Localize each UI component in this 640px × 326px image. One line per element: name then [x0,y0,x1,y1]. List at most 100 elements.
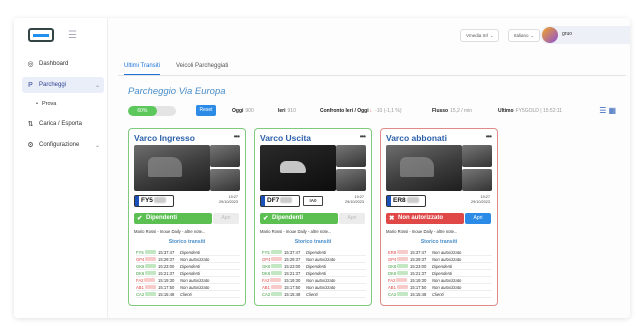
more-icon[interactable]: ••• [234,132,240,141]
history-title: Storico transiti [420,239,458,245]
history-row[interactable]: FA2 15:19:30 Non autorizzato [136,277,240,284]
more-icon[interactable]: ••• [360,132,366,141]
history-plate: FA2 [262,278,284,283]
history-time: 15:29:37 [410,256,427,262]
history-row[interactable]: GK6 15:23:00 Dipendenti [262,263,366,270]
history-plate-text: CA2 [388,291,397,297]
history-plate-text: AB1 [136,284,144,290]
user-name: gruo [562,31,573,37]
history-desc: Dipendenti [432,263,453,269]
camera-main-image[interactable] [134,145,210,191]
stat-oggi-label: Oggi [232,108,244,114]
history-time: 15:21:37 [284,270,301,276]
camera-thumb-image[interactable] [210,145,240,167]
more-icon[interactable]: ••• [486,132,492,141]
history-row[interactable]: GP4 15:29:37 Non autorizzato [388,256,492,263]
history-row[interactable]: FA2 15:19:30 Non autorizzato [388,277,492,284]
sidebar-item-parcheggi[interactable]: P Parcheggi ⌄ [22,77,104,93]
timestamp-date: 29/10/2023 [344,200,364,204]
menu-toggle-icon[interactable]: ☰ [68,30,77,41]
history-desc: Clienti [180,291,192,297]
history-row[interactable]: DK6 15:21:37 Dipendenti [262,270,366,277]
history-time: 15:19:30 [158,277,175,283]
history-row[interactable]: FY5 15:37:47 Dipendenti [262,249,366,256]
user-menu[interactable]: gruo [540,26,630,44]
history-row[interactable]: AB1 15:17:50 Non autorizzato [262,284,366,291]
camera-main-image[interactable] [386,145,462,191]
history-row[interactable]: AB1 15:17:50 Non autorizzato [136,284,240,291]
stat-confronto: Confronto Ieri / Oggi↓ -10 (-1,1 %) [320,108,402,114]
sidebar-item-carica-esporta[interactable]: ⇅ Carica / Esporta [22,116,104,132]
history-row[interactable]: GP4 15:29:37 Non autorizzato [262,256,366,263]
open-gate-button[interactable]: Apri [213,213,239,224]
gate-card-ingresso: Varco Ingresso ••• FY5 19:27 29/10/2023 ✔… [128,128,246,306]
history-plate-text: ER8 [388,249,397,255]
history-time: 15:19:30 [410,277,427,283]
open-gate-button[interactable]: Apri [339,213,365,224]
stat-ultimo: Ultimo FY5GOLD | 15:52:11 [498,108,562,114]
chevron-down-icon: ⌄ [530,33,534,38]
timestamp: 19:27 29/10/2023 [219,195,238,205]
camera-thumb-image[interactable] [462,145,492,167]
history-row[interactable]: GK6 15:23:00 Dipendenti [388,263,492,270]
plate-redacted [145,264,157,268]
language-select[interactable]: Italiano ⌄ [508,29,540,42]
status-text: Non autorizzato [398,215,443,221]
plate-redacted [270,250,282,254]
history-plate-text: DK6 [388,270,397,276]
license-plate: FY5 [134,195,174,207]
gate-card-uscita: Varco Uscita ••• DF7 IA0 19:27 29/10/2023… [254,128,372,306]
history-row[interactable]: ER8 15:37:47 Non autorizzato [388,249,492,256]
plate-text: DF7 [267,197,280,204]
history-plate: FA2 [388,278,410,283]
sidebar-nav: ◎ Dashboard P Parcheggi ⌄ Prova ⇅ Carica… [22,56,104,158]
history-row[interactable]: GK6 15:23:00 Dipendenti [136,263,240,270]
history-desc: Non autorizzato [306,277,336,283]
history-plate-text: CA2 [262,291,271,297]
history-row[interactable]: AB1 15:17:50 Non autorizzato [388,284,492,291]
history-row[interactable]: CA2 15:15:48 Clienti [262,291,366,298]
history-desc: Dipendenti [432,270,453,276]
gate-card-abbonati: Varco abbonati ••• ER8 19:27 29/10/2023 ✖… [380,128,498,306]
plate-redacted [271,264,283,268]
sidebar-item-dashboard[interactable]: ◎ Dashboard [22,56,104,72]
stat-ieri-value: 910 [287,108,296,114]
sidebar-item-configurazione[interactable]: ⚙ Configurazione ⌄ [22,137,104,153]
tab-ultimi-transiti[interactable]: Ultimi Transiti [124,63,161,75]
camera-main-image[interactable] [260,145,336,191]
history-plate: GK6 [262,264,284,269]
stat-oggi-value: 900 [245,108,254,114]
history-row[interactable]: FY5 15:37:47 Dipendenti [136,249,240,256]
chevron-down-icon: ⌄ [94,142,100,149]
history-row[interactable]: CA2 15:15:48 Clienti [136,291,240,298]
camera-thumb-image[interactable] [210,169,240,191]
status-text: Dipendenti [272,215,303,221]
camera-thumb-image[interactable] [336,145,366,167]
history-title: Storico transiti [168,239,206,245]
history-desc: Non autorizzato [432,284,462,290]
gear-icon: ⚙ [27,142,34,149]
history-desc: Dipendenti [306,249,327,255]
history-row[interactable]: FA2 15:19:30 Non autorizzato [262,277,366,284]
stat-oggi: Oggi 900 [232,108,254,114]
history-plate: FY5 [136,250,158,255]
reset-button[interactable]: Reset [196,105,216,116]
history-row[interactable]: DK6 15:21:37 Dipendenti [136,270,240,277]
plate-text: ER8 [393,197,406,204]
history-plate-text: FA2 [262,277,270,283]
history-plate: GK6 [136,264,158,269]
company-select[interactable]: Vmedia Srl ⌄ [460,29,500,42]
tab-veicoli-parcheggiati[interactable]: Veicoli Parcheggiati [176,63,228,69]
sidebar-subitem-prova[interactable]: Prova [22,98,104,110]
history-plate: FA2 [136,278,158,283]
history-row[interactable]: CA2 15:15:48 Clienti [388,291,492,298]
camera-thumb-image[interactable] [336,169,366,191]
history-plate: DK6 [262,271,284,276]
camera-thumb-image[interactable] [462,169,492,191]
grid-view-icon[interactable]: ▦ [608,106,618,115]
history-desc: Non autorizzato [306,256,336,262]
open-gate-button[interactable]: Apri [465,213,491,224]
history-row[interactable]: GP4 15:29:37 Non autorizzato [136,256,240,263]
close-icon: ✖ [389,215,395,222]
history-row[interactable]: DK6 15:21:37 Dipendenti [388,270,492,277]
